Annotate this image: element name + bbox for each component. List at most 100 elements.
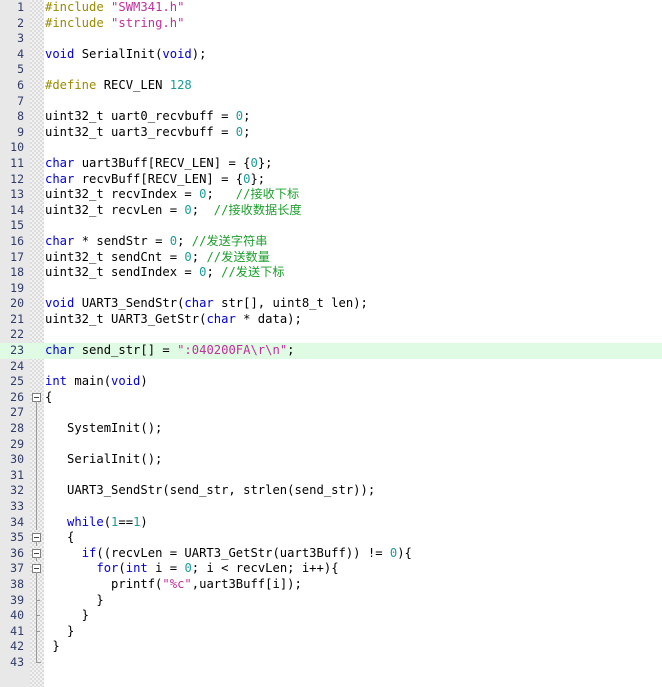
code-line[interactable]: 40 } [0, 608, 662, 624]
code-editor[interactable]: 1 #include "SWM341.h" 2 #include "string.h"… [0, 0, 662, 687]
code-text[interactable] [45, 359, 662, 375]
code-text[interactable] [45, 94, 662, 110]
code-line[interactable]: 18 uint32_t sendIndex = 0; //发送下标 [0, 265, 662, 281]
code-line[interactable]: 4 void SerialInit(void); [0, 47, 662, 63]
code-line[interactable]: 41 } [0, 623, 662, 640]
code-line[interactable]: 13 uint32_t recvIndex = 0; //接收下标 [0, 187, 662, 203]
code-text[interactable] [45, 405, 662, 421]
code-text[interactable]: { [45, 390, 662, 406]
fold-guide-line [30, 452, 44, 468]
code-line[interactable]: 12 char recvBuff[RECV_LEN] = {0}; [0, 172, 662, 188]
code-line[interactable]: 8 uint32_t uart0_recvbuff = 0; [0, 109, 662, 125]
code-line[interactable]: 23 char send_str[] = ":040200FA\r\n"; [0, 343, 662, 359]
code-line[interactable]: 33 [0, 499, 662, 515]
code-text[interactable] [45, 655, 662, 671]
code-text[interactable]: uint32_t uart3_recvbuff = 0; [45, 125, 662, 141]
code-text[interactable]: uint32_t UART3_GetStr(char * data); [45, 312, 662, 328]
code-line[interactable]: 10 [0, 140, 662, 156]
code-text[interactable]: UART3_SendStr(send_str, strlen(send_str)… [45, 483, 662, 499]
code-text[interactable] [45, 468, 662, 484]
line-number: 12 [10, 171, 24, 186]
code-line[interactable]: 34 while(1==1) [0, 514, 662, 531]
code-line[interactable]: 25 int main(void) [0, 374, 662, 390]
code-line[interactable]: 7 [0, 94, 662, 110]
code-line[interactable]: 36 if((recvLen = UART3_GetStr(uart3Buff)… [0, 546, 662, 562]
code-text[interactable]: void SerialInit(void); [45, 47, 662, 63]
code-line[interactable]: 9 uint32_t uart3_recvbuff = 0; [0, 125, 662, 141]
code-text[interactable]: for(int i = 0; i < recvLen; i++){ [45, 561, 662, 577]
fold-margin-cell [30, 374, 44, 390]
code-text[interactable]: #include "string.h" [45, 16, 662, 32]
token-plain: == [118, 514, 134, 529]
code-line[interactable]: 22 [0, 327, 662, 343]
code-text[interactable]: uint32_t recvLen = 0; //接收数据长度 [45, 203, 662, 219]
code-text[interactable]: SystemInit(); [45, 421, 662, 437]
code-line[interactable]: 26 { [0, 390, 662, 406]
fold-toggle-icon[interactable] [30, 390, 44, 406]
code-line[interactable]: 11 char uart3Buff[RECV_LEN] = {0}; [0, 156, 662, 172]
code-line[interactable]: 42 } [0, 639, 662, 655]
code-line[interactable]: 15 [0, 218, 662, 234]
code-text[interactable] [45, 218, 662, 234]
fold-toggle-icon[interactable] [30, 561, 44, 577]
code-line[interactable]: 3 [0, 31, 662, 47]
code-line[interactable]: 16 char * sendStr = 0; //发送字符串 [0, 234, 662, 250]
code-line[interactable]: 17 uint32_t sendCnt = 0; //发送数量 [0, 250, 662, 266]
code-text[interactable]: uint32_t sendIndex = 0; //发送下标 [45, 265, 662, 281]
code-line[interactable]: 24 [0, 359, 662, 375]
code-text[interactable] [45, 62, 662, 78]
code-line[interactable]: 20 void UART3_SendStr(char str[], uint8_t… [0, 296, 662, 312]
code-text[interactable]: SerialInit(); [45, 452, 662, 468]
code-line[interactable]: 2 #include "string.h" [0, 16, 662, 32]
code-line[interactable]: 37 for(int i = 0; i < recvLen; i++){ [0, 561, 662, 577]
code-line[interactable]: 5 [0, 62, 662, 78]
code-text[interactable]: { [45, 530, 662, 546]
line-number: 37 [10, 561, 24, 576]
code-text[interactable]: uint32_t uart0_recvbuff = 0; [45, 109, 662, 125]
code-text[interactable]: char * sendStr = 0; //发送字符串 [45, 234, 662, 250]
code-text[interactable] [45, 499, 662, 515]
code-text[interactable]: char recvBuff[RECV_LEN] = {0}; [45, 172, 662, 188]
code-text[interactable] [45, 140, 662, 156]
code-text[interactable]: if((recvLen = UART3_GetStr(uart3Buff)) !… [45, 546, 662, 562]
code-text[interactable]: char send_str[] = ":040200FA\r\n"; [45, 343, 662, 359]
code-text[interactable] [45, 281, 662, 297]
code-text[interactable]: #include "SWM341.h" [45, 0, 662, 16]
code-text[interactable] [45, 327, 662, 343]
code-text[interactable] [45, 31, 662, 47]
code-text[interactable]: } [45, 608, 662, 624]
code-line[interactable]: 14 uint32_t recvLen = 0; //接收数据长度 [0, 203, 662, 219]
code-line[interactable]: 43 [0, 654, 662, 671]
code-line[interactable]: 31 [0, 467, 662, 484]
code-line[interactable]: 6 #define RECV_LEN 128 [0, 78, 662, 94]
code-line[interactable]: 1 #include "SWM341.h" [0, 0, 662, 16]
code-text[interactable] [45, 437, 662, 453]
code-text[interactable]: int main(void) [45, 374, 662, 390]
code-text[interactable]: uint32_t recvIndex = 0; //接收下标 [45, 187, 662, 203]
code-line[interactable]: 28 SystemInit(); [0, 421, 662, 437]
code-line[interactable]: 19 [0, 281, 662, 297]
code-text[interactable]: } [45, 593, 662, 609]
code-line[interactable]: 38 printf("%c",uart3Buff[i]); [0, 576, 662, 593]
code-line[interactable]: 21 uint32_t UART3_GetStr(char * data); [0, 312, 662, 328]
fold-toggle-icon[interactable] [30, 530, 44, 546]
code-line[interactable]: 30 SerialInit(); [0, 452, 662, 468]
code-line[interactable]: 29 [0, 436, 662, 453]
code-text[interactable]: while(1==1) [45, 515, 662, 531]
code-lines-container[interactable]: 1 #include "SWM341.h" 2 #include "string.h"… [0, 0, 662, 671]
code-text[interactable]: uint32_t sendCnt = 0; //发送数量 [45, 250, 662, 266]
code-text[interactable]: char uart3Buff[RECV_LEN] = {0}; [45, 156, 662, 172]
code-line[interactable]: 32 UART3_SendStr(send_str, strlen(send_s… [0, 483, 662, 499]
code-text[interactable]: printf("%c",uart3Buff[i]); [45, 577, 662, 593]
fold-toggle-icon[interactable] [30, 546, 44, 562]
code-text[interactable]: } [45, 639, 662, 655]
code-line[interactable]: 35 { [0, 530, 662, 546]
line-number: 9 [17, 124, 24, 139]
code-line[interactable]: 27 [0, 405, 662, 422]
code-text[interactable]: } [45, 624, 662, 640]
fold-guide-line [30, 405, 44, 422]
token-plain: } [45, 592, 104, 607]
code-line[interactable]: 39 } [0, 592, 662, 609]
code-text[interactable]: #define RECV_LEN 128 [45, 78, 662, 94]
code-text[interactable]: void UART3_SendStr(char str[], uint8_t l… [45, 296, 662, 312]
